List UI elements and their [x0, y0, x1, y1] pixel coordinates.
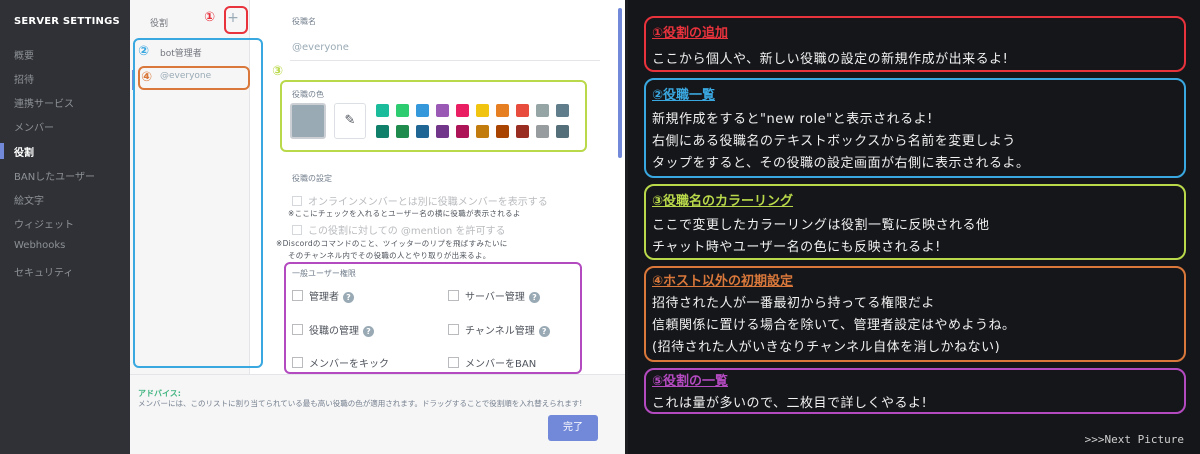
settings-footer: アドバイス: メンバーには、このリストに割り当てられている最も高い役職の色が適用…: [130, 374, 625, 454]
panel-color: ③役職名のカラーリング ここで変更したカラーリングは役割一覧に反映される他 チャ…: [644, 184, 1186, 260]
hoist-option-label: オンラインメンバーとは別に役職メンバーを表示する: [308, 197, 548, 208]
panel-line: 新規作成をすると"new role"と表示されるよ!: [652, 112, 933, 127]
panel-default-permissions: ④ホスト以外の初期設定 招待された人が一番最初から持ってる権限だよ 信頼関係に置…: [644, 266, 1186, 362]
panel-add-role: ①役割の追加 ここから個人や、新しい役職の設定の新規作成が出来るよ!: [644, 16, 1186, 72]
panel-line: タップをすると、その役職の設定画面が右側に表示されるよ。: [652, 156, 1030, 171]
role-settings-label: 役職の設定: [292, 174, 332, 183]
sidebar-item-widget[interactable]: ウィジェット: [14, 216, 74, 231]
panel-title: ①役割の追加: [652, 26, 729, 41]
sidebar-item-security[interactable]: セキュリティ: [14, 264, 73, 279]
panel-line: これは量が多いので、二枚目で詳しくやるよ!: [652, 396, 928, 411]
panel-line: チャット時やユーザー名の色にも反映されるよ!: [652, 240, 941, 255]
mention-option[interactable]: この役割に対しての @mention を許可する: [292, 222, 505, 237]
sidebar-item-bans[interactable]: BANしたユーザー: [14, 168, 95, 183]
hoist-note: ※ここにチェックを入れるとユーザー名の横に役職が表示されるよ: [288, 209, 521, 218]
sidebar-item-invites[interactable]: 招待: [14, 71, 34, 86]
annotation-box-everyone: [138, 66, 250, 90]
panel-permission-list: ⑤役割の一覧 これは量が多いので、二枚目で詳しくやるよ!: [644, 368, 1186, 414]
panel-title: ④ホスト以外の初期設定: [652, 274, 794, 289]
role-name-underline: [290, 60, 600, 61]
screenshot-root: SERVER SETTINGS 概要 招待 連携サービス メンバー 役割 BAN…: [0, 0, 1200, 454]
panel-title: ③役職名のカラーリング: [652, 194, 794, 209]
role-settings-panel: 役割 + bot管理者 @everyone 役職名 @everyone 役職の色…: [130, 0, 625, 454]
hoist-option[interactable]: オンラインメンバーとは別に役職メンバーを表示する: [292, 193, 548, 208]
panel-role-list: ②役職一覧 新規作成をすると"new role"と表示されるよ! 右側にある役職…: [644, 78, 1186, 178]
done-button[interactable]: 完了: [548, 415, 598, 441]
annotation-box-permissions: [284, 262, 582, 374]
mention-note-line1: ※Discordのコマンドのこと、ツイッターのリプを飛ばすみたいに: [276, 239, 508, 248]
hoist-checkbox[interactable]: [292, 196, 302, 206]
panel-line: ここで変更したカラーリングは役割一覧に反映される他: [652, 218, 990, 233]
server-settings-sidebar: SERVER SETTINGS 概要 招待 連携サービス メンバー 役割 BAN…: [0, 0, 130, 454]
scrollbar-thumb[interactable]: [618, 8, 622, 158]
mention-option-label: この役割に対しての @mention を許可する: [308, 226, 506, 237]
sidebar-active-indicator: [0, 143, 4, 159]
advice-body: メンバーには、このリストに割り当てられている最も高い役職の色が適用されます。ドラ…: [138, 399, 583, 408]
panel-line: ここから個人や、新しい役職の設定の新規作成が出来るよ!: [652, 52, 1009, 67]
sidebar-item-integrations[interactable]: 連携サービス: [14, 95, 74, 110]
panel-line: 右側にある役職名のテキストボックスから名前を変更しよう: [652, 134, 1016, 149]
panel-line: (招待された人がいきなりチャンネル自体を消しかねない): [652, 340, 1001, 355]
sidebar-item-emoji[interactable]: 絵文字: [14, 192, 44, 207]
marker-4: ④: [141, 70, 153, 85]
sidebar-item-overview[interactable]: 概要: [14, 47, 34, 62]
advice-title: アドバイス:: [138, 389, 181, 398]
sidebar-title: SERVER SETTINGS: [14, 16, 120, 27]
marker-2: ②: [138, 44, 150, 59]
role-name-input[interactable]: @everyone: [292, 42, 349, 53]
panel-line: 信頼関係に置ける場合を除いて、管理者設定はやめようね。: [652, 318, 1016, 333]
panel-title: ⑤役割の一覧: [652, 374, 729, 389]
next-picture-label: >>>Next Picture: [1084, 433, 1184, 446]
sidebar-item-webhooks[interactable]: Webhooks: [14, 240, 65, 251]
marker-3: ③: [272, 64, 284, 79]
explanation-board: ①役割の追加 ここから個人や、新しい役職の設定の新規作成が出来るよ! ②役職一覧…: [628, 0, 1200, 454]
annotation-box-add-role: [224, 6, 248, 34]
annotation-box-color: [280, 80, 587, 152]
panel-title: ②役職一覧: [652, 88, 716, 103]
role-name-label: 役職名: [292, 17, 316, 26]
sidebar-item-members[interactable]: メンバー: [14, 119, 54, 134]
marker-1: ①: [204, 10, 216, 25]
sidebar-item-roles[interactable]: 役割: [14, 144, 34, 159]
mention-note-line2: そのチャンネル内でその役職の人とやり取りが出来るよ。: [288, 251, 491, 260]
mention-checkbox[interactable]: [292, 225, 302, 235]
roles-label: 役割: [150, 19, 169, 29]
panel-line: 招待された人が一番最初から持ってる権限だよ: [652, 296, 935, 311]
